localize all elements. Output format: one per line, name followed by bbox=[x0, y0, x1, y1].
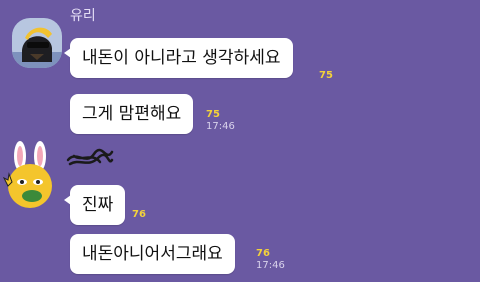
message-bubble[interactable]: 내돈이 아니라고 생각하세요 bbox=[64, 38, 293, 78]
message-time: 17:46 bbox=[256, 260, 285, 271]
message-meta: 76 bbox=[132, 209, 146, 221]
unread-count: 76 bbox=[132, 209, 146, 220]
message-meta: 75 bbox=[319, 70, 333, 82]
unread-count: 75 bbox=[319, 70, 333, 81]
chat-area: 유리 내돈이 아니라고 생각하세요 75 그게 맘편해요 75 17:46 진짜… bbox=[0, 0, 480, 282]
message-text: 내돈아니어서그래요 bbox=[82, 244, 223, 264]
sunglasses-character-avatar[interactable] bbox=[12, 18, 62, 68]
sender-name: 유리 bbox=[70, 8, 96, 24]
message-bubble[interactable]: 그게 맘편해요 bbox=[70, 94, 194, 134]
message-meta: 75 17:46 bbox=[206, 109, 235, 133]
rabbit-character-avatar[interactable] bbox=[2, 140, 60, 212]
message-text: 내돈이 아니라고 생각하세요 bbox=[82, 48, 281, 68]
message-text: 그게 맘편해요 bbox=[82, 104, 182, 124]
message-time: 17:46 bbox=[206, 121, 235, 132]
message-bubble[interactable]: 진짜 bbox=[63, 185, 126, 225]
message-text: 진짜 bbox=[82, 195, 114, 215]
message-bubble[interactable]: 내돈아니어서그래요 bbox=[70, 234, 235, 274]
unread-count: 76 bbox=[256, 248, 270, 259]
message-meta: 76 17:46 bbox=[256, 248, 285, 272]
redacted-name-scribble bbox=[66, 148, 114, 166]
unread-count: 75 bbox=[206, 109, 220, 120]
